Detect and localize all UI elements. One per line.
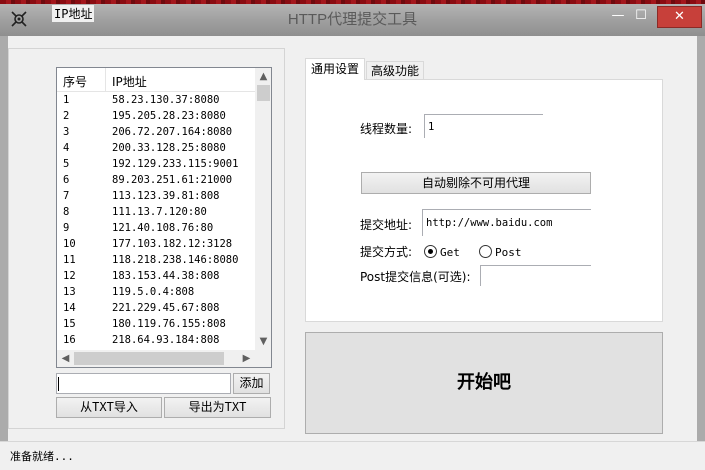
start-button[interactable]: 开始吧: [305, 332, 663, 434]
row-ip-address: 119.5.0.4:808: [112, 286, 195, 298]
column-separator: [105, 68, 106, 92]
row-index: 9: [63, 222, 70, 234]
list-row[interactable]: 10 177.103.182.12:3128: [57, 237, 255, 253]
thread-count-label: 线程数量:: [360, 122, 413, 136]
row-ip-address: 121.40.108.76:80: [112, 222, 214, 234]
list-row[interactable]: 5 192.129.233.115:9001: [57, 157, 255, 173]
list-row[interactable]: 1 58.23.130.37:8080: [57, 93, 255, 109]
list-row[interactable]: 7 113.123.39.81:808: [57, 189, 255, 205]
thread-count-field[interactable]: 1: [424, 114, 543, 138]
list-row[interactable]: 11 118.218.238.146:8080: [57, 253, 255, 269]
add-ip-input[interactable]: [56, 373, 231, 394]
scroll-up-icon[interactable]: ▲: [255, 68, 271, 85]
list-header: 序号 IP地址: [57, 68, 255, 92]
titlebar-accent-strip: [0, 0, 705, 4]
post-info-label: Post提交信息(可选):: [360, 270, 471, 284]
scrollbar-corner: [255, 350, 271, 367]
row-ip-address: 58.23.130.37:8080: [112, 94, 220, 106]
row-ip-address: 177.103.182.12:3128: [112, 238, 233, 250]
list-row[interactable]: 13 119.5.0.4:808: [57, 285, 255, 301]
scroll-right-icon[interactable]: ▶: [238, 350, 255, 367]
row-index: 13: [63, 286, 76, 298]
row-index: 4: [63, 142, 70, 154]
list-row[interactable]: 6 89.203.251.61:21000: [57, 173, 255, 189]
import-txt-button[interactable]: 从TXT导入: [56, 397, 162, 418]
auto-remove-proxy-button[interactable]: 自动剔除不可用代理: [361, 172, 591, 194]
title-bar: HTTP代理提交工具 — ☐ ✕: [0, 0, 705, 36]
window-border-left: [0, 36, 8, 441]
submit-method-label: 提交方式:: [360, 245, 413, 259]
row-index: 6: [63, 174, 70, 186]
list-row[interactable]: 14 221.229.45.67:808: [57, 301, 255, 317]
column-header-index[interactable]: 序号: [63, 73, 87, 90]
column-header-ip[interactable]: IP地址: [112, 73, 147, 90]
method-post-label[interactable]: Post: [495, 246, 522, 259]
row-index: 14: [63, 302, 76, 314]
list-row[interactable]: 4 200.33.128.25:8080: [57, 141, 255, 157]
window-title: HTTP代理提交工具: [287, 11, 418, 28]
row-ip-address: 118.218.238.146:8080: [112, 254, 239, 266]
row-ip-address: 218.64.93.184:808: [112, 334, 220, 346]
row-ip-address: 111.13.7.120:80: [112, 206, 207, 218]
row-index: 5: [63, 158, 70, 170]
row-index: 15: [63, 318, 76, 330]
submit-url-field[interactable]: http://www.baidu.com: [422, 209, 591, 236]
row-index: 1: [63, 94, 70, 106]
window-border-right: [697, 36, 705, 441]
vertical-scrollbar[interactable]: ▲ ▼: [255, 68, 271, 350]
row-index: 16: [63, 334, 76, 346]
status-bar: 准备就绪...: [0, 441, 705, 470]
horizontal-scroll-thumb[interactable]: [74, 352, 224, 365]
ip-group-title: IP地址: [52, 5, 95, 22]
row-ip-address: 113.123.39.81:808: [112, 190, 220, 202]
row-ip-address: 195.205.28.23:8080: [112, 110, 226, 122]
list-row[interactable]: 3 206.72.207.164:8080: [57, 125, 255, 141]
add-button[interactable]: 添加: [233, 373, 270, 394]
post-info-field[interactable]: [480, 265, 591, 286]
row-index: 3: [63, 126, 70, 138]
vertical-scroll-thumb[interactable]: [257, 85, 270, 101]
list-rows: 1 58.23.130.37:8080 2 195.205.28.23:8080 3 20…: [57, 93, 255, 349]
text-caret: [58, 377, 59, 391]
method-get-radio[interactable]: [424, 245, 437, 258]
submit-url-label: 提交地址:: [360, 218, 413, 232]
horizontal-scrollbar[interactable]: ◀ ▶: [57, 350, 271, 367]
row-ip-address: 89.203.251.61:21000: [112, 174, 233, 186]
row-index: 10: [63, 238, 76, 250]
row-ip-address: 200.33.128.25:8080: [112, 142, 226, 154]
close-button[interactable]: ✕: [657, 6, 702, 28]
list-row[interactable]: 12 183.153.44.38:808: [57, 269, 255, 285]
ip-list-view[interactable]: 序号 IP地址 1 58.23.130.37:8080 2 195.205.28.23…: [56, 67, 272, 368]
row-ip-address: 192.129.233.115:9001: [112, 158, 239, 170]
tab-general-settings[interactable]: 通用设置: [305, 58, 365, 80]
row-index: 12: [63, 270, 76, 282]
minimize-button[interactable]: —: [606, 6, 630, 28]
export-txt-button[interactable]: 导出为TXT: [164, 397, 271, 418]
list-row[interactable]: 16 218.64.93.184:808: [57, 333, 255, 349]
scroll-left-icon[interactable]: ◀: [57, 350, 74, 367]
row-index: 7: [63, 190, 70, 202]
list-row[interactable]: 9 121.40.108.76:80: [57, 221, 255, 237]
row-index: 2: [63, 110, 70, 122]
row-ip-address: 206.72.207.164:8080: [112, 126, 233, 138]
status-text: 准备就绪...: [10, 450, 74, 463]
maximize-button[interactable]: ☐: [629, 6, 653, 28]
list-row[interactable]: 15 180.119.76.155:808: [57, 317, 255, 333]
scroll-down-icon[interactable]: ▼: [255, 333, 271, 350]
row-ip-address: 180.119.76.155:808: [112, 318, 226, 330]
list-row[interactable]: 8 111.13.7.120:80: [57, 205, 255, 221]
row-ip-address: 183.153.44.38:808: [112, 270, 220, 282]
method-get-label[interactable]: Get: [440, 246, 460, 259]
method-post-radio[interactable]: [479, 245, 492, 258]
row-ip-address: 221.229.45.67:808: [112, 302, 220, 314]
list-row[interactable]: 2 195.205.28.23:8080: [57, 109, 255, 125]
tab-advanced-features[interactable]: 高级功能: [366, 61, 424, 81]
row-index: 8: [63, 206, 70, 218]
row-index: 11: [63, 254, 76, 266]
